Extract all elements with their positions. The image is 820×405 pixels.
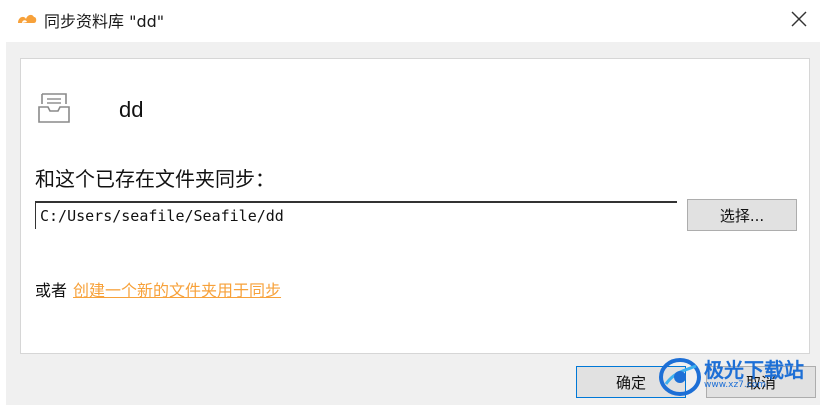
sync-existing-folder-label: 和这个已存在文件夹同步：: [35, 167, 275, 191]
library-tray-icon: [37, 91, 71, 125]
sync-library-dialog: 同步资料库 "dd" dd 和这个已存在文件夹同步： 选择.: [0, 0, 820, 405]
close-button[interactable]: [790, 0, 820, 38]
seafile-logo-icon: [16, 9, 38, 27]
dialog-body: dd 和这个已存在文件夹同步： 选择... 或者创建一个新的文件夹用于同步 确定…: [6, 42, 820, 405]
or-label: 或者: [35, 281, 68, 300]
folder-path-input[interactable]: [35, 201, 677, 229]
create-new-folder-link[interactable]: 创建一个新的文件夹用于同步: [73, 281, 281, 300]
library-name: dd: [119, 97, 144, 122]
title-bar: 同步资料库 "dd": [0, 0, 820, 38]
ok-button[interactable]: 确定: [576, 366, 686, 398]
cancel-button[interactable]: 取消: [706, 366, 816, 398]
choose-folder-button[interactable]: 选择...: [687, 199, 797, 231]
window-title: 同步资料库 "dd": [44, 12, 165, 31]
content-panel: dd 和这个已存在文件夹同步： 选择... 或者创建一个新的文件夹用于同步: [20, 58, 810, 354]
close-icon: [791, 11, 807, 27]
alternative-row: 或者 创建一个新的文件夹用于同步: [35, 277, 281, 301]
